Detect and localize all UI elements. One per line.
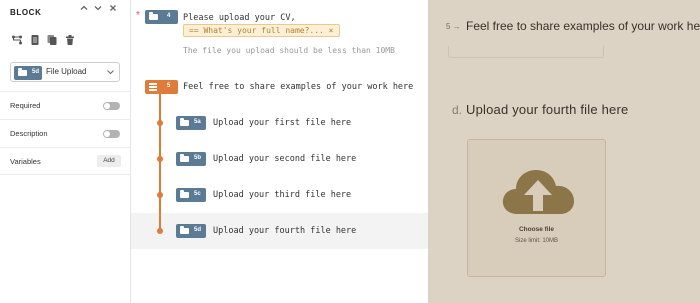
chevron-down-icon — [106, 65, 115, 81]
block-type-badge: 5d — [14, 66, 42, 80]
chevron-down-icon[interactable] — [92, 3, 104, 19]
setting-variables: Variables Add — [0, 147, 131, 175]
question-text[interactable]: Please upload your CV, — [183, 13, 296, 23]
panel-title: BLOCK — [10, 8, 42, 17]
size-limit-text: Size limit: 10MB — [514, 238, 558, 244]
document-icon[interactable] — [29, 33, 41, 45]
block-type-label: File Upload — [46, 67, 87, 76]
question-badge: 5a — [176, 116, 206, 130]
previous-field-edge — [448, 46, 604, 58]
group-connector-line — [159, 94, 161, 231]
folder-icon — [180, 118, 189, 126]
file-upload-dropzone[interactable]: Choose file Size limit: 10MB — [467, 139, 606, 277]
question-flow: * 4 Please upload your CV, == What's you… — [131, 0, 428, 303]
recall-variable-chip[interactable]: == What's your full name?... × — [183, 24, 340, 37]
cloud-upload-icon — [500, 164, 576, 216]
question-number: 5 → — [446, 22, 461, 31]
question-text: Upload your third file here — [213, 190, 352, 200]
branch-icon[interactable] — [11, 33, 23, 45]
folder-icon — [180, 190, 189, 198]
question-group-title[interactable]: Feel free to share examples of your work… — [183, 82, 413, 92]
question-badge: 5c — [176, 188, 206, 202]
setting-label: Required — [10, 101, 41, 110]
block-type-select[interactable]: 5d File Upload — [10, 62, 120, 82]
setting-description: Description — [0, 119, 131, 147]
required-asterisk: * — [136, 10, 140, 21]
sub-question-letter: d. — [452, 103, 463, 117]
block-settings-panel: BLOCK 5d File Upload Required Descriptio… — [0, 0, 131, 303]
description-toggle[interactable] — [103, 130, 120, 138]
question-text: Upload your fourth file here — [213, 226, 357, 236]
question-badge[interactable]: 4 — [145, 10, 178, 24]
form-preview: 5 → Feel free to share examples of your … — [428, 0, 700, 303]
list-item-selected[interactable]: 5d Upload your fourth file here — [131, 213, 428, 249]
setting-required: Required — [0, 91, 131, 119]
folder-icon — [180, 154, 189, 162]
duplicate-icon[interactable] — [46, 33, 58, 45]
question-description: The file you upload should be less than … — [183, 46, 395, 55]
chevron-up-icon[interactable] — [78, 3, 90, 19]
folder-icon — [180, 226, 189, 234]
question-badge: 5b — [176, 152, 206, 166]
add-variable-button[interactable]: Add — [97, 155, 121, 167]
choose-file-label[interactable]: Choose file — [468, 226, 605, 233]
list-item[interactable]: 5a Upload your first file here — [131, 105, 428, 141]
close-icon[interactable] — [107, 3, 119, 19]
setting-label: Description — [10, 129, 48, 138]
question-badge: 5d — [176, 224, 206, 238]
question-text: Upload your first file here — [213, 118, 352, 128]
preview-subquestion-title: Upload your fourth file here — [466, 102, 629, 117]
folder-icon — [18, 68, 27, 76]
required-toggle[interactable] — [103, 102, 120, 110]
setting-label: Variables — [10, 157, 41, 166]
trash-icon[interactable] — [64, 33, 76, 45]
list-item[interactable]: 5c Upload your third file here — [131, 177, 428, 213]
question-text: Upload your second file here — [213, 154, 357, 164]
folder-icon — [149, 12, 158, 20]
question-group-badge[interactable]: 5 — [145, 80, 178, 94]
list-icon — [149, 83, 157, 91]
preview-question-title: Feel free to share examples of your work… — [466, 19, 700, 33]
list-item[interactable]: 5b Upload your second file here — [131, 141, 428, 177]
